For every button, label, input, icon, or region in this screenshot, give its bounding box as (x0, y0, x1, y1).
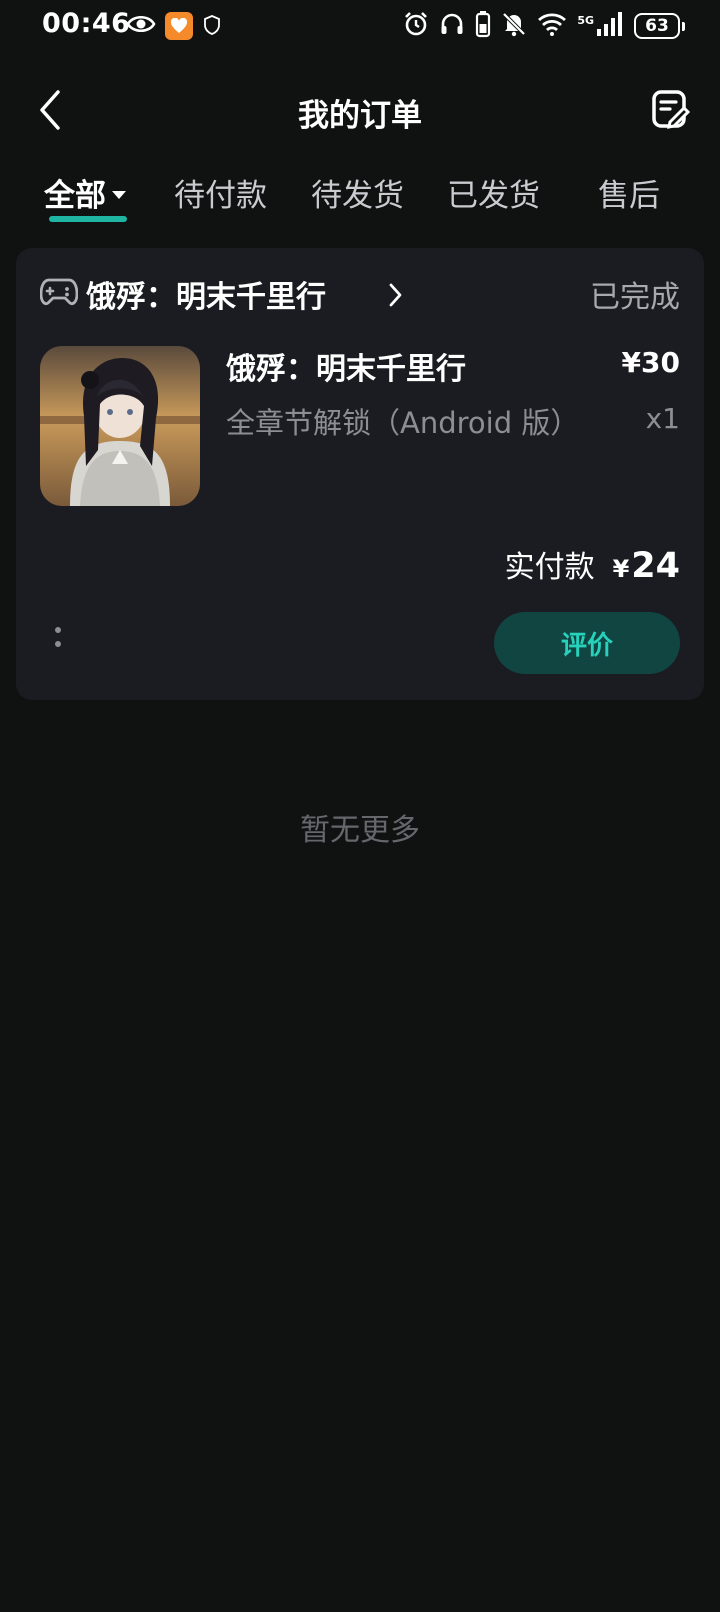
product-spec: 全章节解锁（Android 版） (226, 406, 580, 440)
paid-label: 实付款 (504, 550, 595, 585)
review-button[interactable]: 评价 (494, 612, 680, 674)
paid-currency: ¥ (612, 555, 630, 583)
battery-level: 63 (645, 16, 669, 36)
order-card[interactable]: 饿殍：明末千里行 已完成 饿殍：明末千里行 ¥30 全章节解锁（Android … (16, 248, 704, 700)
gamepad-icon (39, 276, 79, 312)
tab-pending-payment[interactable]: 待付款 (174, 170, 267, 215)
app-heart-icon (165, 12, 193, 40)
tab-label: 全部 (44, 178, 106, 214)
caret-down-icon (112, 190, 126, 199)
battery-small-icon (475, 10, 491, 42)
product-quantity: x1 (645, 402, 680, 435)
battery-indicator: 63 (634, 13, 685, 39)
wifi-icon (537, 12, 567, 40)
alarm-icon (403, 11, 429, 41)
headphones-icon (439, 11, 465, 41)
eye-icon (126, 12, 156, 40)
product-thumbnail[interactable] (40, 346, 200, 506)
tab-shipped[interactable]: 已发货 (447, 170, 540, 215)
app-header: 我的订单 (0, 72, 720, 152)
paid-value: 24 (631, 546, 680, 586)
mute-icon (501, 11, 527, 41)
active-tab-indicator (49, 216, 127, 222)
app-shield-icon (203, 14, 221, 40)
edit-note-icon[interactable] (650, 88, 691, 136)
order-tabs: 全部 待付款 待发货 已发货 售后 (0, 170, 720, 230)
tab-after-sales[interactable]: 售后 (598, 170, 660, 215)
network-type: 5G (577, 13, 594, 27)
chevron-right-icon (388, 282, 404, 312)
paid-amount-row: 实付款 ¥24 (505, 542, 680, 586)
order-status: 已完成 (590, 280, 680, 315)
paid-amount: ¥24 (613, 546, 680, 586)
page-title: 我的订单 (298, 98, 422, 134)
product-name[interactable]: 饿殍：明末千里行 (226, 344, 466, 388)
no-more-text: 暂无更多 (300, 813, 420, 848)
status-time: 00:46 (42, 8, 131, 39)
tab-pending-shipment[interactable]: 待发货 (311, 170, 404, 215)
more-options-icon[interactable] (54, 626, 62, 654)
store-row[interactable]: 饿殍：明末千里行 已完成 (39, 272, 680, 315)
store-name: 饿殍：明末千里行 (86, 280, 326, 315)
product-price: ¥30 (621, 346, 680, 379)
tab-all[interactable]: 全部 (44, 170, 126, 215)
signal-icon (596, 11, 624, 41)
status-bar: 00:46 5G 63 (0, 0, 720, 56)
